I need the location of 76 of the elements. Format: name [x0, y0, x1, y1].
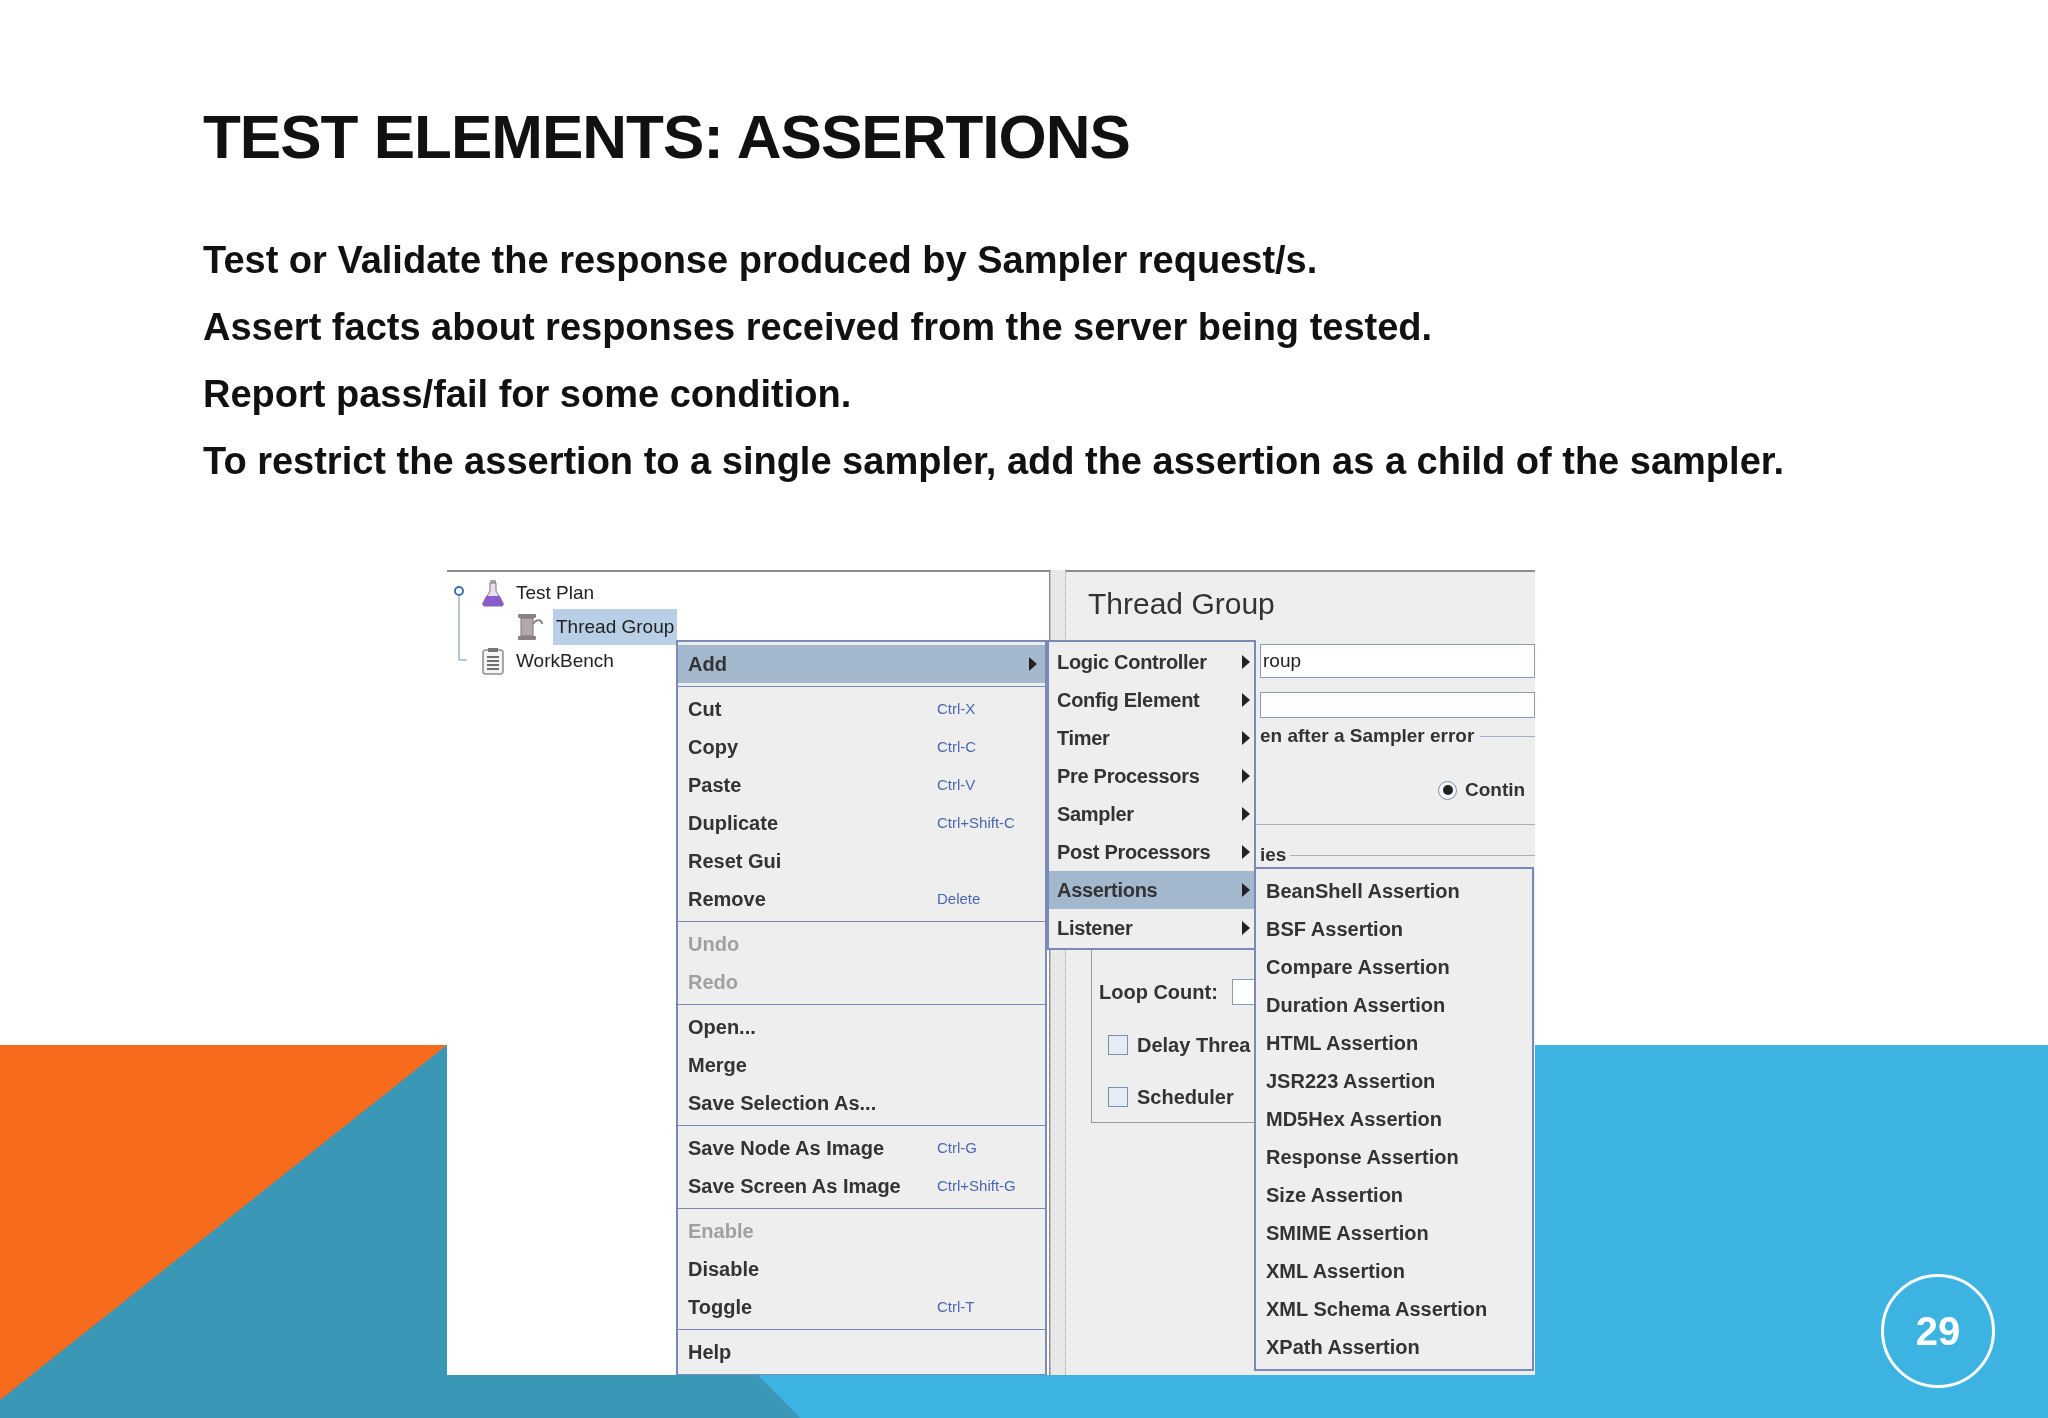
submenu-arrow-icon — [1029, 657, 1037, 671]
name-field[interactable]: roup — [1260, 644, 1535, 678]
submenu-arrow-icon — [1242, 731, 1250, 745]
radio-label: Contin — [1465, 777, 1526, 802]
shortcut-label: Ctrl-V — [937, 774, 977, 795]
menu-item[interactable]: Open... — [678, 1008, 1045, 1046]
submenu-arrow-icon — [1242, 921, 1250, 935]
menu-item[interactable]: Listener — [1049, 909, 1254, 947]
menu-item[interactable]: Duration Assertion — [1256, 986, 1532, 1024]
menu-item[interactable]: XML Schema Assertion — [1256, 1290, 1532, 1328]
menu-item[interactable]: Save Selection As... — [678, 1084, 1045, 1122]
checkbox[interactable] — [1108, 1087, 1128, 1107]
menu-item[interactable]: BeanShell Assertion — [1256, 872, 1532, 910]
menu-item[interactable]: Config Element — [1049, 681, 1254, 719]
tree-item[interactable]: Thread Group — [553, 608, 678, 646]
submenu-arrow-icon — [1242, 769, 1250, 783]
shortcut-label: Ctrl-C — [937, 736, 978, 757]
bullet-text: Assert facts about responses received from the server being tested. — [203, 305, 1434, 350]
flask-icon — [481, 579, 505, 607]
menu-item[interactable]: Save Screen As Image Ctrl+Shift-G — [678, 1167, 1045, 1205]
menu-item[interactable]: Reset Gui — [678, 842, 1045, 880]
menu-item[interactable]: BSF Assertion — [1256, 910, 1532, 948]
menu-item[interactable]: Copy Ctrl-C — [678, 728, 1045, 766]
menu-item[interactable]: JSR223 Assertion — [1256, 1062, 1532, 1100]
menu-item[interactable]: SMIME Assertion — [1256, 1214, 1532, 1252]
menu-item[interactable]: Paste Ctrl-V — [678, 766, 1045, 804]
submenu-arrow-icon — [1242, 807, 1250, 821]
radio-button[interactable] — [1438, 780, 1457, 800]
comments-field[interactable] — [1260, 692, 1535, 718]
panel-title: Thread Group — [1088, 585, 1275, 622]
submenu-arrow-icon — [1242, 883, 1250, 897]
menu-item[interactable]: Help — [678, 1333, 1045, 1371]
shortcut-label: Ctrl+Shift-C — [937, 812, 1016, 833]
group-label: en after a Sampler error — [1260, 723, 1475, 748]
menu-item[interactable]: Assertions — [1049, 871, 1254, 909]
submenu-arrow-icon — [1242, 693, 1250, 707]
menu-item[interactable]: Duplicate Ctrl+Shift-C — [678, 804, 1045, 842]
submenu-arrow-icon — [1242, 845, 1250, 859]
checkbox-label: Delay Threa — [1137, 1033, 1251, 1058]
clipboard-icon — [481, 647, 505, 675]
bullet-text: Report pass/fail for some condition. — [203, 372, 853, 417]
menu-item[interactable]: Disable — [678, 1250, 1045, 1288]
menu-item[interactable]: Response Assertion — [1256, 1138, 1532, 1176]
bullet-text: Test or Validate the response produced by Sampler request/s. — [203, 238, 1319, 283]
menu-item[interactable]: Remove Delete — [678, 880, 1045, 918]
menu-item[interactable]: Post Processors — [1049, 833, 1254, 871]
tree-root-handle-icon — [453, 586, 467, 664]
menu-item[interactable]: Toggle Ctrl-T — [678, 1288, 1045, 1326]
menu-item[interactable]: Pre Processors — [1049, 757, 1254, 795]
group-label: ies — [1260, 842, 1287, 867]
menu-item[interactable]: XPath Assertion — [1256, 1328, 1532, 1366]
shortcut-label: Ctrl-G — [937, 1137, 978, 1158]
menu-item[interactable]: Timer — [1049, 719, 1254, 757]
menu-item[interactable]: Merge — [678, 1046, 1045, 1084]
checkbox[interactable] — [1108, 1035, 1128, 1055]
shortcut-label: Ctrl+Shift-G — [937, 1175, 1017, 1196]
menu-item[interactable]: Add — [678, 645, 1045, 683]
spool-icon — [515, 612, 545, 642]
menu-item[interactable]: Logic Controller — [1049, 643, 1254, 681]
bullet-text: To restrict the assertion to a single sampler, add the assertion as a child of the sampler. — [203, 439, 1785, 484]
slide-title: TEST ELEMENTS: ASSERTIONS — [203, 106, 1131, 168]
shortcut-label: Ctrl-T — [937, 1296, 976, 1317]
menu-item[interactable]: Compare Assertion — [1256, 948, 1532, 986]
checkbox-label: Scheduler — [1137, 1085, 1234, 1110]
page-number: 29 — [1881, 1274, 1995, 1388]
menu-item[interactable]: Cut Ctrl-X — [678, 690, 1045, 728]
menu-item[interactable]: Save Node As Image Ctrl-G — [678, 1129, 1045, 1167]
menu-item[interactable]: MD5Hex Assertion — [1256, 1100, 1532, 1138]
submenu-arrow-icon — [1242, 655, 1250, 669]
shortcut-label: Delete — [937, 888, 982, 909]
field-label: Loop Count: — [1099, 980, 1218, 1005]
shortcut-label: Ctrl-X — [937, 698, 977, 719]
menu-item[interactable]: Sampler — [1049, 795, 1254, 833]
menu-item[interactable]: Size Assertion — [1256, 1176, 1532, 1214]
menu-item[interactable]: HTML Assertion — [1256, 1024, 1532, 1062]
menu-item[interactable]: XML Assertion — [1256, 1252, 1532, 1290]
